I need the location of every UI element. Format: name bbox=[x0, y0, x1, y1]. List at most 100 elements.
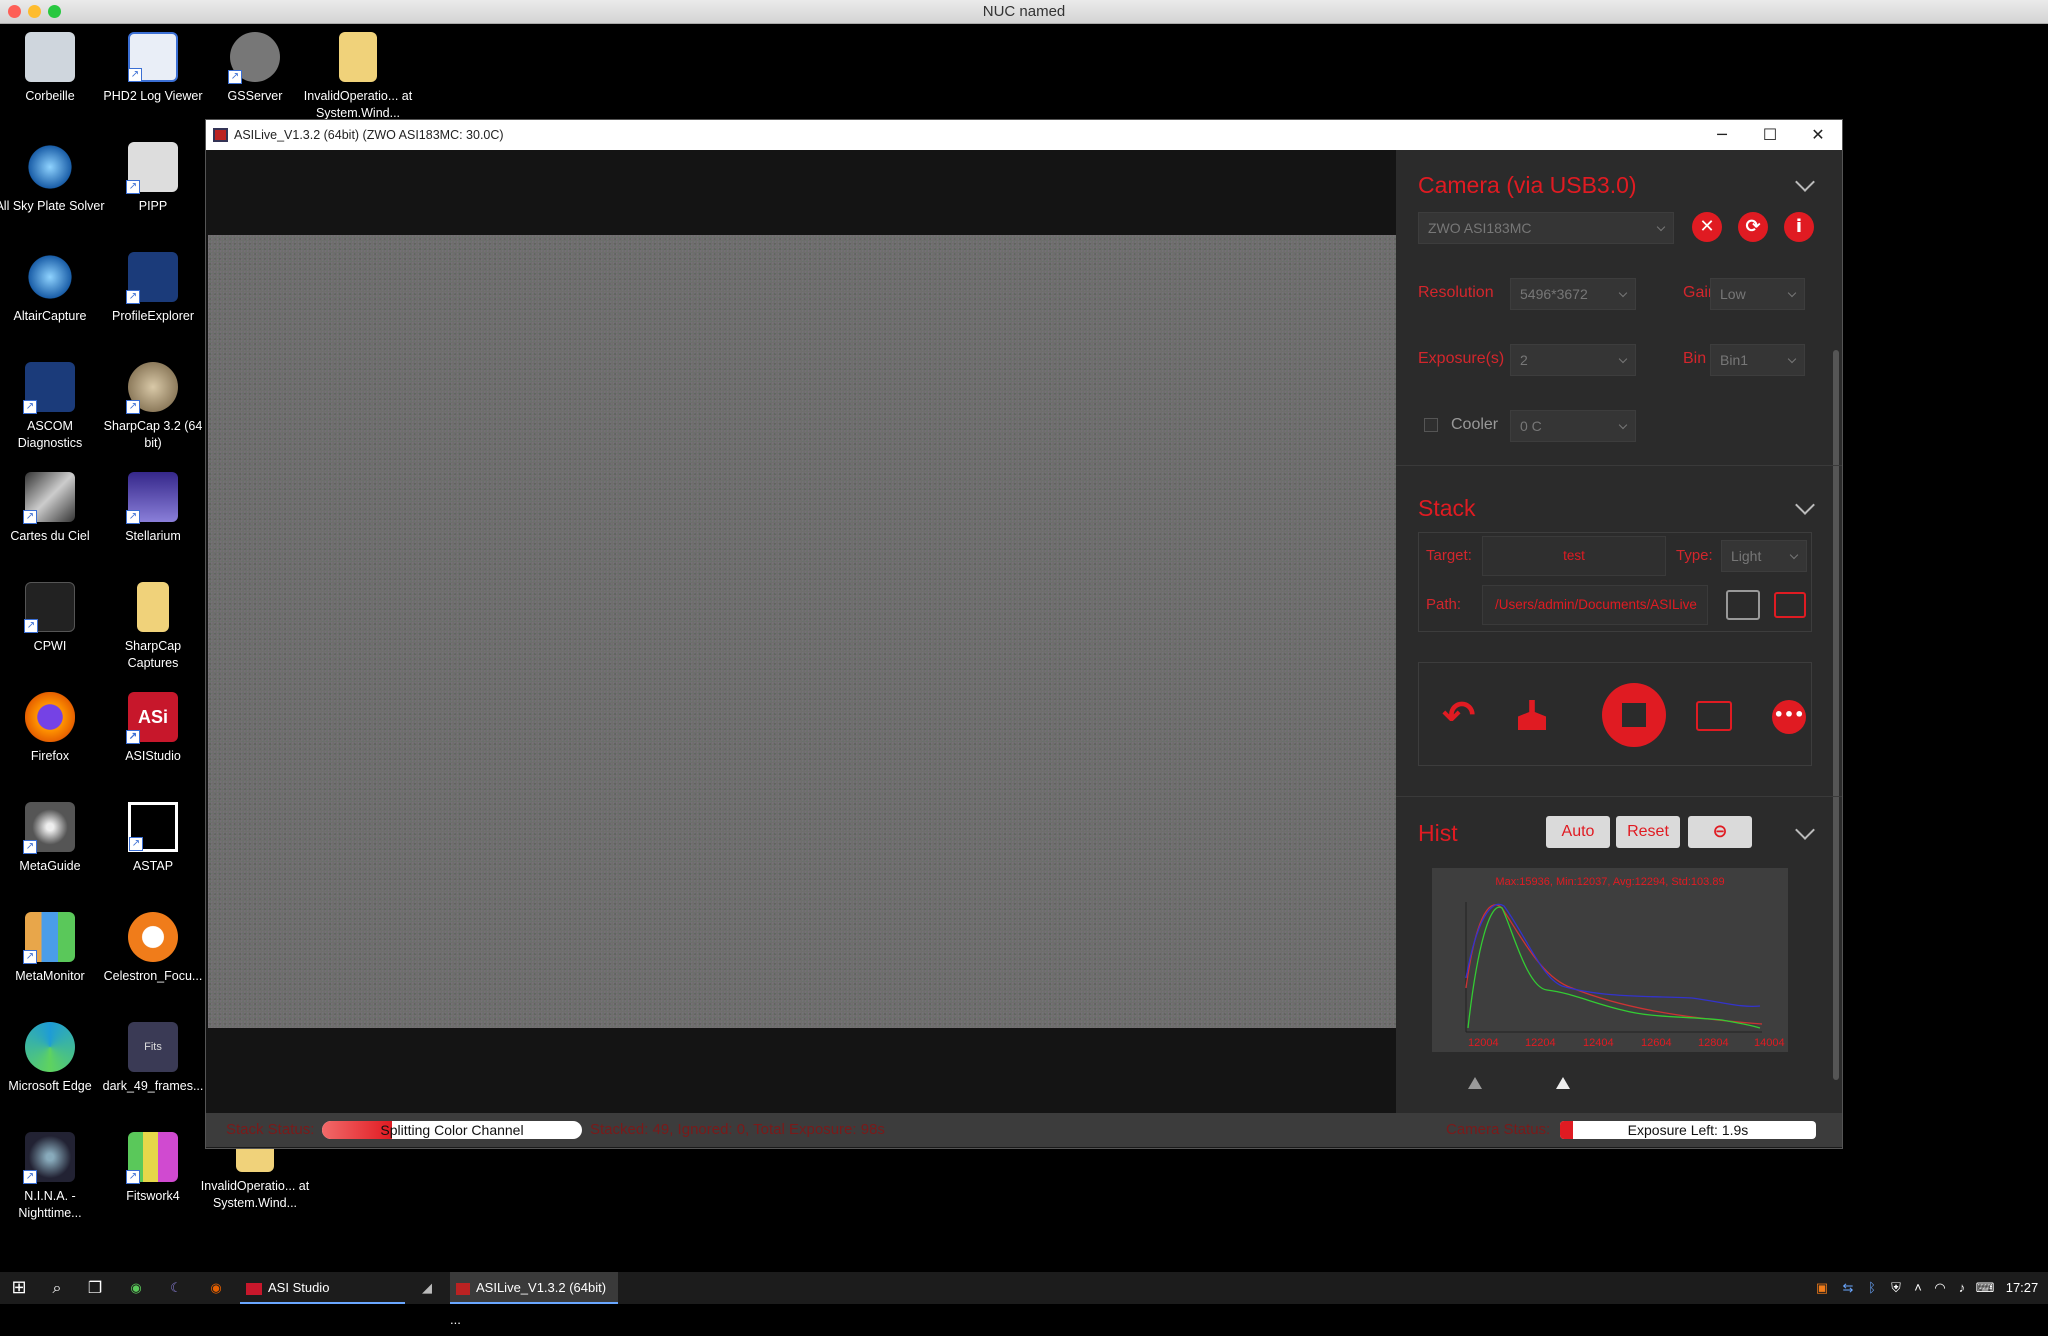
white-point-slider-handle[interactable] bbox=[1556, 1077, 1570, 1089]
path-label: Path: bbox=[1426, 596, 1462, 613]
stellarium-taskbar-icon[interactable]: ☾ bbox=[166, 1272, 186, 1304]
shortcut-arrow-icon: ↗ bbox=[23, 1170, 37, 1184]
shortcut-arrow-icon: ↗ bbox=[126, 400, 140, 414]
select-folder-icon[interactable] bbox=[1726, 590, 1760, 620]
search-icon[interactable]: ⌕ bbox=[46, 1272, 68, 1304]
phd2-taskbar-icon[interactable]: ◉ bbox=[126, 1272, 146, 1304]
stack-status-label: Stack Status: bbox=[226, 1121, 315, 1138]
open-folder-icon[interactable] bbox=[1774, 592, 1806, 618]
cooler-checkbox[interactable] bbox=[1424, 418, 1438, 432]
desktop-icon-dark-frames[interactable]: Fits dark_49_frames... bbox=[98, 1018, 208, 1095]
desktop-icon-ascom-diagnostics[interactable]: ↗ ASCOM Diagnostics bbox=[0, 358, 105, 452]
desktop-icon-altaircapture[interactable]: AltairCapture bbox=[0, 248, 105, 325]
keyboard-icon[interactable]: ⌨ bbox=[1972, 1272, 1998, 1304]
desktop-icon-profileexplorer[interactable]: ↗ ProfileExplorer bbox=[98, 248, 208, 325]
metamonitor-icon: ↗ bbox=[23, 912, 75, 964]
chevron-up-icon[interactable]: ˄ bbox=[1910, 1272, 1926, 1304]
desktop-icon-corbeille[interactable]: Corbeille bbox=[0, 28, 105, 105]
shortcut-arrow-icon: ↗ bbox=[126, 730, 140, 744]
mac-close-button[interactable] bbox=[8, 5, 21, 18]
cooler-spinbox[interactable]: 0 C bbox=[1510, 410, 1636, 442]
tool-taskbar-icon[interactable]: ◢ bbox=[412, 1272, 442, 1304]
task-view-icon[interactable]: ❐ bbox=[84, 1272, 106, 1304]
hist-section-title: Hist bbox=[1418, 820, 1458, 846]
path-input[interactable]: /Users/admin/Documents/ASILive bbox=[1482, 585, 1708, 625]
camera-progress-bar: Exposure Left: 1.9s bbox=[1560, 1121, 1816, 1139]
tray-app-icon[interactable]: ▣ bbox=[1814, 1272, 1830, 1304]
resolution-select[interactable]: 5496*3672 bbox=[1510, 278, 1636, 310]
close-button[interactable]: ✕ bbox=[1794, 120, 1842, 150]
camera-device-select[interactable]: ZWO ASI183MC bbox=[1418, 212, 1674, 244]
desktop-icon-gsserver[interactable]: ↗ GSServer bbox=[200, 28, 310, 105]
desktop-icon-cartes[interactable]: ↗ Cartes du Ciel bbox=[0, 468, 105, 545]
wifi-icon[interactable]: ◠ bbox=[1932, 1272, 1948, 1304]
fits-file-icon: Fits bbox=[128, 1022, 178, 1072]
shortcut-arrow-icon: ↗ bbox=[228, 70, 242, 84]
chevron-down-icon[interactable] bbox=[1795, 820, 1815, 840]
bin-select[interactable]: Bin1 bbox=[1710, 344, 1805, 376]
desktop-icon-edge[interactable]: Microsoft Edge bbox=[0, 1018, 105, 1095]
exposure-select[interactable]: 2 bbox=[1510, 344, 1636, 376]
desktop-icon-sharpcap[interactable]: ↗ SharpCap 3.2 (64 bit) bbox=[98, 358, 208, 452]
hist-zoom-out-icon[interactable]: ⊖ bbox=[1688, 816, 1752, 848]
image-viewer[interactable] bbox=[206, 150, 1396, 1113]
disconnect-camera-icon[interactable]: ✕ bbox=[1692, 212, 1722, 242]
chevron-down-icon[interactable] bbox=[1795, 172, 1815, 192]
gain-select[interactable]: Low bbox=[1710, 278, 1805, 310]
windows-start-icon[interactable]: ⊞ bbox=[8, 1272, 30, 1304]
hist-auto-button[interactable]: Auto bbox=[1546, 816, 1610, 848]
desktop-icon-firefox[interactable]: Firefox bbox=[0, 688, 105, 765]
chevron-down-icon[interactable] bbox=[1795, 495, 1815, 515]
info-icon[interactable]: i bbox=[1784, 212, 1814, 242]
desktop-icon-pipp[interactable]: ↗ PIPP bbox=[98, 138, 208, 215]
clock[interactable]: 17:27 bbox=[2004, 1272, 2040, 1304]
desktop-icon-cpwi[interactable]: ↗ CPWI bbox=[0, 578, 105, 655]
asistudio-icon: ASi ↗ bbox=[126, 692, 178, 744]
hist-reset-button[interactable]: Reset bbox=[1616, 816, 1680, 848]
recycle-bin-icon bbox=[25, 32, 75, 82]
type-select[interactable]: Light bbox=[1721, 540, 1807, 572]
bluetooth-icon[interactable]: ᛒ bbox=[1864, 1272, 1880, 1304]
undo-icon[interactable]: ↶ bbox=[1442, 696, 1476, 736]
mac-minimize-button[interactable] bbox=[28, 5, 41, 18]
histogram-panel[interactable]: Max:15936, Min:12037, Avg:12294, Std:103… bbox=[1432, 868, 1788, 1052]
desktop-icon-allsky[interactable]: All Sky Plate Solver bbox=[0, 138, 105, 215]
desktop-icon-metamonitor[interactable]: ↗ MetaMonitor bbox=[0, 908, 105, 985]
target-input[interactable]: test bbox=[1482, 536, 1666, 576]
desktop-icon-sharpcap-captures[interactable]: SharpCap Captures bbox=[98, 578, 208, 672]
more-options-icon[interactable]: ••• bbox=[1772, 700, 1806, 734]
taskbar-asistudio[interactable]: ASI Studio bbox=[240, 1272, 405, 1304]
live-preview-image[interactable] bbox=[208, 235, 1396, 1028]
desktop-icon-invalidop[interactable]: InvalidOperatio... at System.Wind... bbox=[303, 28, 413, 122]
desktop-icon-stellarium[interactable]: ↗ Stellarium bbox=[98, 468, 208, 545]
shortcut-arrow-icon: ↗ bbox=[129, 837, 143, 851]
desktop-icon-asistudio[interactable]: ASi ↗ ASIStudio bbox=[98, 688, 208, 765]
desktop-icon-celestron[interactable]: Celestron_Focu... bbox=[98, 908, 208, 985]
moon-icon: ↗ bbox=[126, 472, 178, 524]
desktop-icon-nina[interactable]: ↗ N.I.N.A. - Nighttime... bbox=[0, 1128, 105, 1222]
taskbar-asilive[interactable]: ASILive_V1.3.2 (64bit) ... bbox=[450, 1272, 618, 1327]
desktop-icon-invalidop-2[interactable]: InvalidOperatio... at System.Wind... bbox=[200, 1138, 310, 1212]
refresh-icon[interactable]: ⟳ bbox=[1738, 212, 1768, 242]
maximize-button[interactable]: ☐ bbox=[1746, 120, 1794, 150]
ascom-icon: ↗ bbox=[23, 362, 75, 414]
desktop-icon-astap[interactable]: ↗ ASTAP bbox=[98, 798, 208, 875]
jupiter-icon: ↗ bbox=[126, 362, 178, 414]
security-icon[interactable]: ⛨ bbox=[1888, 1272, 1904, 1304]
panel-scrollbar[interactable] bbox=[1833, 350, 1839, 1080]
nina-icon: ↗ bbox=[23, 1132, 75, 1184]
desktop-icon-phd2[interactable]: ↗ PHD2 Log Viewer bbox=[98, 28, 208, 105]
image-save-icon[interactable] bbox=[1696, 701, 1732, 731]
histogram-tick: 12604 bbox=[1641, 1037, 1672, 1049]
gsserver-icon: ↗ bbox=[228, 32, 280, 84]
shortcut-arrow-icon: ↗ bbox=[23, 400, 37, 414]
tray-network-icon[interactable]: ⇆ bbox=[1840, 1272, 1856, 1304]
mac-zoom-button[interactable] bbox=[48, 5, 61, 18]
stop-button[interactable] bbox=[1602, 683, 1666, 747]
desktop-icon-fitswork[interactable]: ↗ Fitswork4 bbox=[98, 1128, 208, 1205]
desktop-icon-metaguide[interactable]: ↗ MetaGuide bbox=[0, 798, 105, 875]
volume-icon[interactable]: ♪ bbox=[1954, 1272, 1970, 1304]
black-point-slider-handle[interactable] bbox=[1468, 1077, 1482, 1089]
minimize-button[interactable]: ─ bbox=[1698, 120, 1746, 150]
firefox-taskbar-icon[interactable]: ◉ bbox=[206, 1272, 226, 1304]
